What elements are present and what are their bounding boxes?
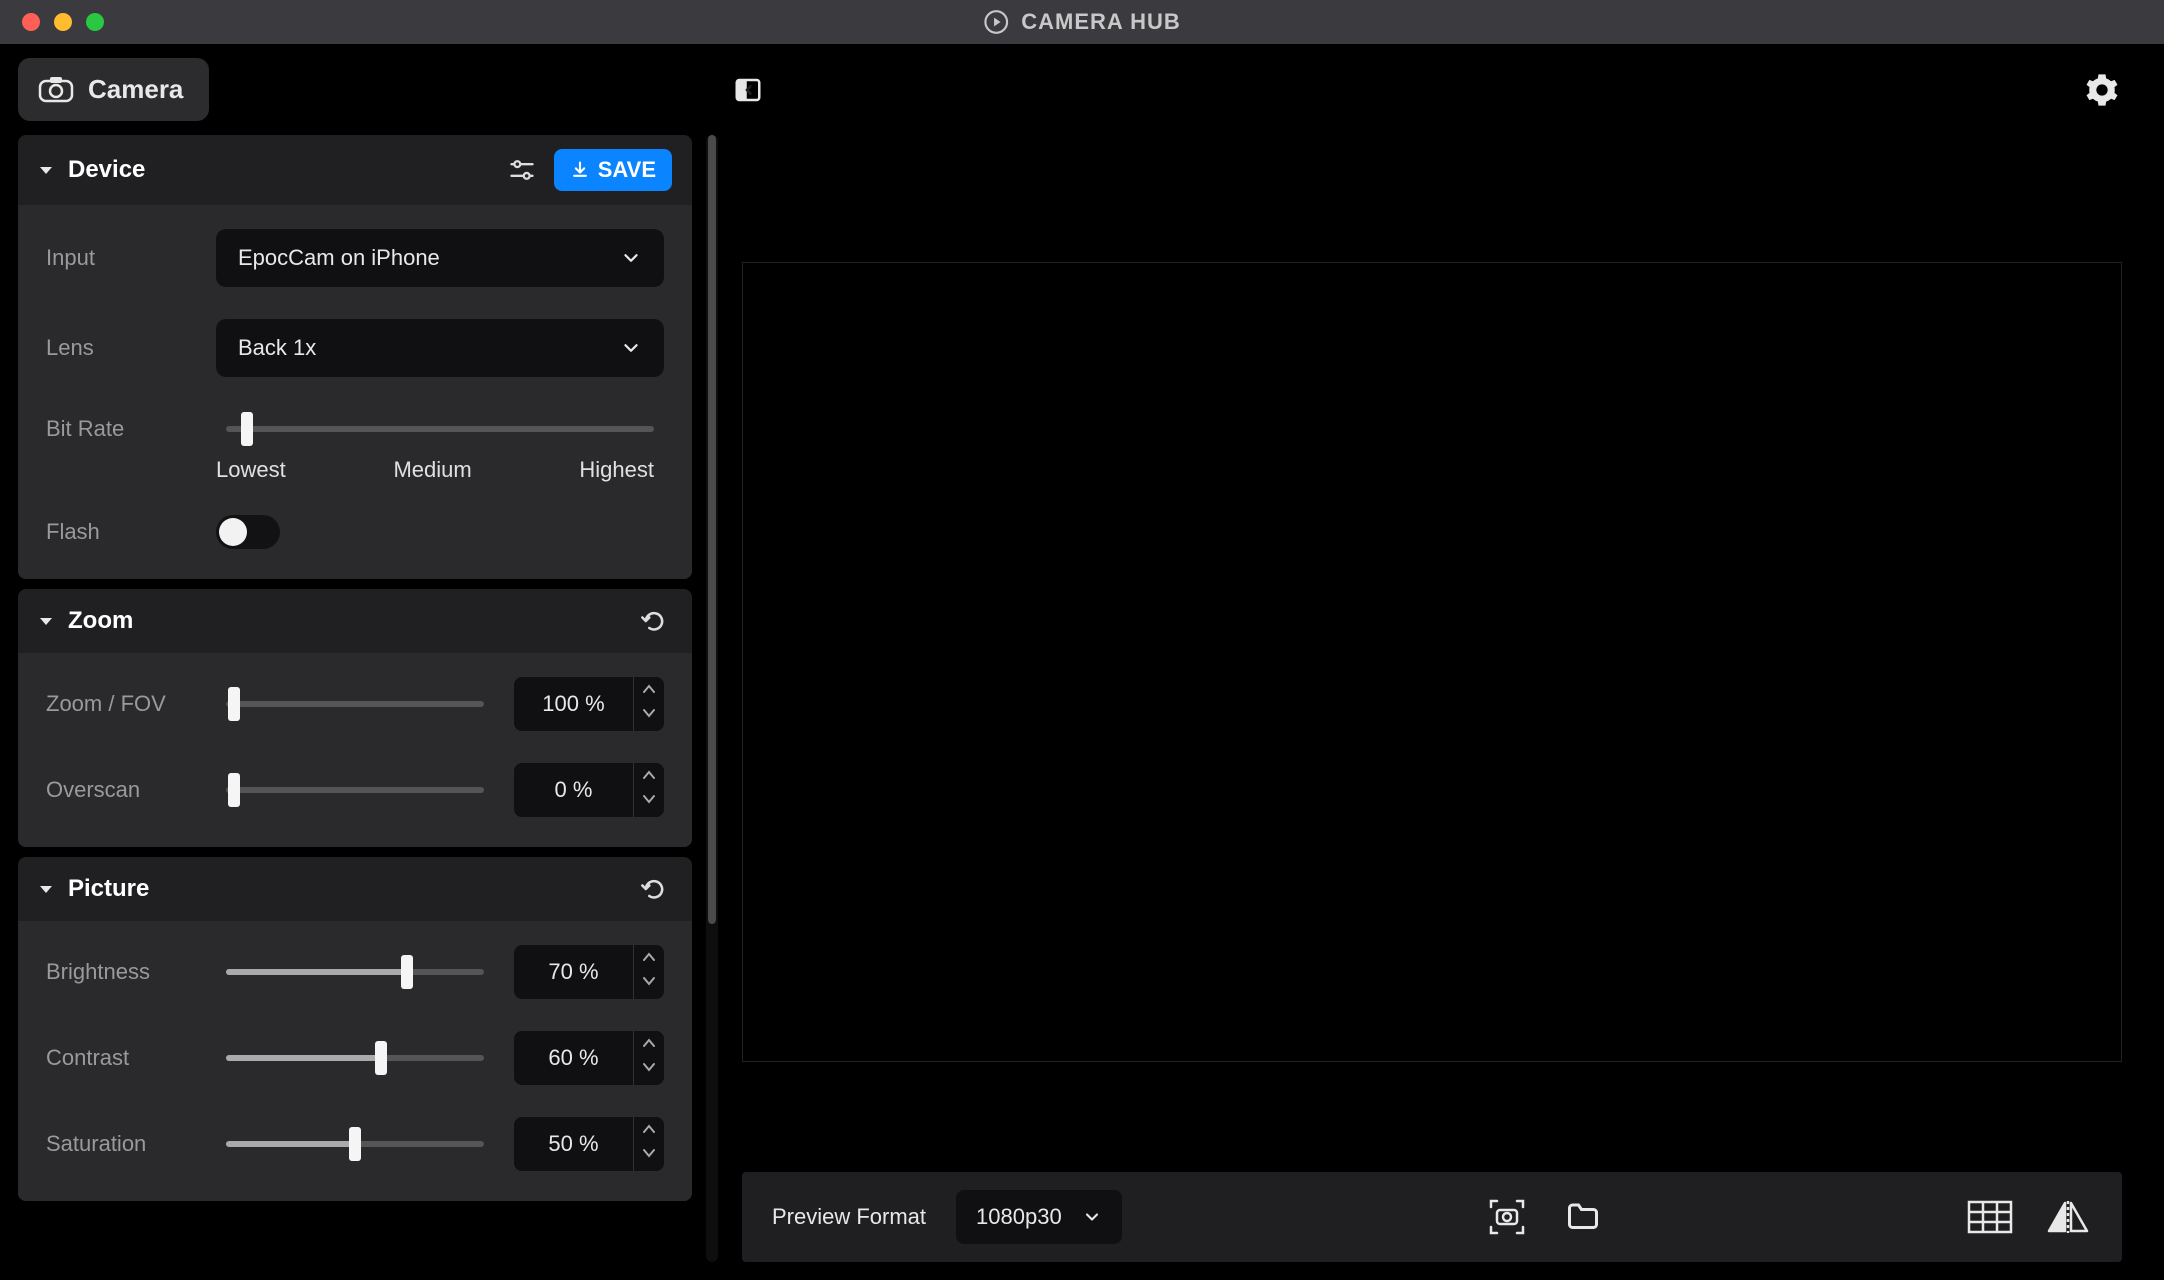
bitrate-low-label: Lowest (216, 457, 286, 483)
app-title: CAMERA HUB (983, 9, 1181, 35)
overscan-value[interactable]: 0 % (514, 763, 633, 817)
preview-format-select[interactable]: 1080p30 (956, 1190, 1122, 1244)
overscan-stepper: 0 % (514, 763, 664, 817)
save-button-label: SAVE (598, 157, 656, 183)
flash-label: Flash (46, 519, 196, 545)
brightness-stepper: 70 % (514, 945, 664, 999)
camera-tab[interactable]: Camera (18, 58, 209, 121)
flip-icon (2045, 1199, 2091, 1235)
saturation-stepper: 50 % (514, 1117, 664, 1171)
sidebar-scrollbar[interactable] (706, 135, 718, 1262)
app-window: CAMERA HUB Camera (0, 0, 2164, 1280)
saturation-down[interactable] (634, 1141, 664, 1165)
input-value: EpocCam on iPhone (238, 245, 440, 271)
saturation-slider[interactable] (226, 1124, 484, 1164)
settings-button[interactable] (2084, 72, 2120, 108)
device-panel-header[interactable]: Device SAVE (18, 135, 692, 205)
saturation-up[interactable] (634, 1117, 664, 1141)
brightness-label: Brightness (46, 959, 196, 985)
zoom-panel-title: Zoom (68, 607, 133, 635)
contrast-stepper: 60 % (514, 1031, 664, 1085)
reset-icon (640, 875, 668, 903)
minimize-window-button[interactable] (54, 13, 72, 31)
caret-down-icon (38, 162, 54, 178)
reset-zoom-button[interactable] (636, 603, 672, 639)
brightness-value[interactable]: 70 % (514, 945, 633, 999)
folder-icon (1565, 1199, 1601, 1235)
collapse-sidebar-button[interactable] (730, 72, 766, 108)
saturation-value[interactable]: 50 % (514, 1117, 633, 1171)
app-title-text: CAMERA HUB (1021, 9, 1181, 35)
chevron-down-icon (620, 337, 642, 359)
snapshot-icon (1485, 1195, 1529, 1239)
brightness-slider[interactable] (226, 952, 484, 992)
zoom-fov-up[interactable] (634, 677, 664, 701)
lens-value: Back 1x (238, 335, 316, 361)
reset-picture-button[interactable] (636, 871, 672, 907)
sliders-icon[interactable] (504, 152, 540, 188)
brightness-up[interactable] (634, 945, 664, 969)
camera-icon (38, 75, 74, 105)
preview-format-value: 1080p30 (976, 1204, 1062, 1230)
bitrate-label: Bit Rate (46, 416, 196, 442)
window-controls (22, 13, 104, 31)
picture-panel: Picture Brightness (18, 857, 692, 1201)
sidebar: Camera Device (18, 58, 718, 1262)
zoom-fov-value[interactable]: 100 % (514, 677, 633, 731)
zoom-panel-header[interactable]: Zoom (18, 589, 692, 653)
save-button[interactable]: SAVE (554, 149, 672, 191)
contrast-label: Contrast (46, 1045, 196, 1071)
picture-panel-header[interactable]: Picture (18, 857, 692, 921)
bitrate-slider[interactable] (226, 409, 654, 449)
lens-label: Lens (46, 335, 196, 361)
lens-select[interactable]: Back 1x (216, 319, 664, 377)
overscan-slider[interactable] (226, 770, 484, 810)
contrast-value[interactable]: 60 % (514, 1031, 633, 1085)
titlebar: CAMERA HUB (0, 0, 2164, 44)
flip-button[interactable] (2044, 1197, 2092, 1237)
input-label: Input (46, 245, 196, 271)
open-folder-button[interactable] (1561, 1195, 1605, 1239)
gear-icon (2085, 73, 2119, 107)
overscan-down[interactable] (634, 787, 664, 811)
brightness-down[interactable] (634, 969, 664, 993)
device-panel: Device SAVE (18, 135, 692, 579)
contrast-down[interactable] (634, 1055, 664, 1079)
zoom-fov-label: Zoom / FOV (46, 691, 196, 717)
chevron-down-icon (1082, 1207, 1102, 1227)
overscan-label: Overscan (46, 777, 196, 803)
contrast-up[interactable] (634, 1031, 664, 1055)
bottom-bar: Preview Format 1080p30 (742, 1172, 2122, 1262)
flash-toggle[interactable] (216, 515, 280, 549)
bitrate-high-label: Highest (579, 457, 654, 483)
zoom-fov-slider[interactable] (226, 684, 484, 724)
reset-icon (640, 607, 668, 635)
zoom-panel: Zoom Zoom / FOV (18, 589, 692, 847)
saturation-label: Saturation (46, 1131, 196, 1157)
close-window-button[interactable] (22, 13, 40, 31)
chevron-down-icon (620, 247, 642, 269)
input-select[interactable]: EpocCam on iPhone (216, 229, 664, 287)
snapshot-button[interactable] (1483, 1193, 1531, 1241)
bitrate-med-label: Medium (393, 457, 471, 483)
main-area: Preview Format 1080p30 (718, 58, 2146, 1262)
download-icon (570, 160, 590, 180)
caret-down-icon (38, 881, 54, 897)
preview-format-label: Preview Format (772, 1204, 926, 1230)
grid-overlay-button[interactable] (1966, 1197, 2014, 1237)
zoom-fov-stepper: 100 % (514, 677, 664, 731)
overscan-up[interactable] (634, 763, 664, 787)
maximize-window-button[interactable] (86, 13, 104, 31)
video-preview (742, 262, 2122, 1062)
camera-tab-label: Camera (88, 74, 183, 105)
elgato-logo-icon (983, 9, 1009, 35)
picture-panel-title: Picture (68, 875, 149, 903)
grid-icon (1967, 1200, 2013, 1234)
contrast-slider[interactable] (226, 1038, 484, 1078)
zoom-fov-down[interactable] (634, 701, 664, 725)
device-panel-title: Device (68, 156, 145, 184)
caret-down-icon (38, 613, 54, 629)
